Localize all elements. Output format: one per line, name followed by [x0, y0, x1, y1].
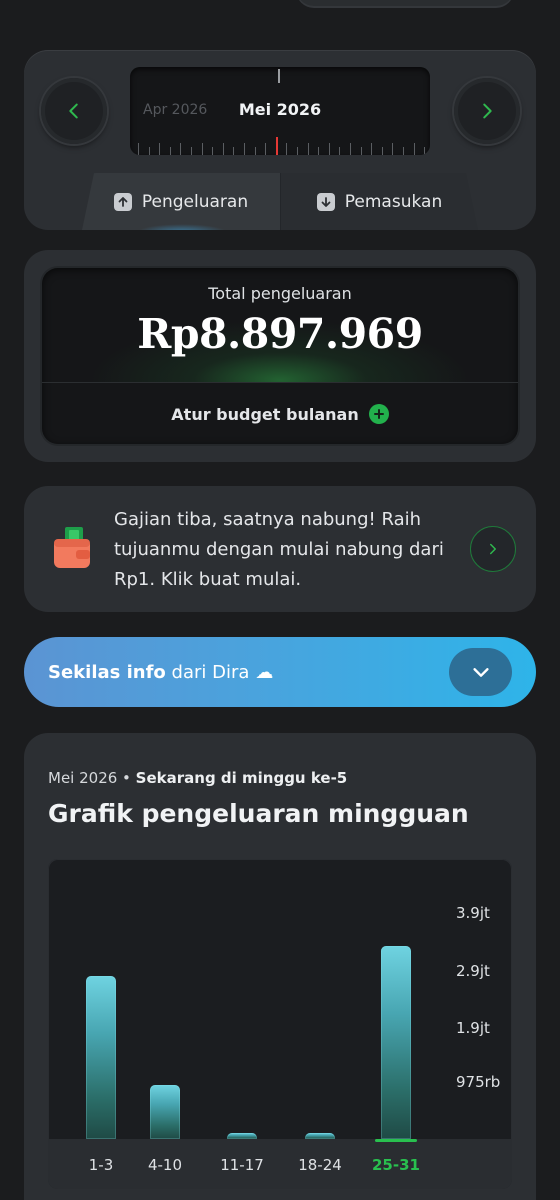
total-amount: Rp8.897.969	[137, 310, 423, 358]
dial-tick	[286, 143, 288, 155]
set-budget-label: Atur budget bulanan	[171, 404, 359, 424]
tab-pengeluaran-label: Pengeluaran	[141, 191, 249, 212]
dial-tick	[212, 147, 214, 155]
next-month-button[interactable]	[454, 78, 520, 144]
y-tick-label: 975rb	[456, 1072, 501, 1091]
current-month-label: Mei 2026	[238, 100, 322, 119]
dial-tick	[180, 143, 182, 155]
chart-subtitle: Mei 2026 • Sekarang di minggu ke-5	[48, 769, 348, 787]
dial-tick	[148, 147, 150, 155]
dial-tick	[244, 143, 245, 155]
dial-tick	[297, 147, 298, 155]
dial-tick	[265, 143, 267, 155]
month-selector-card: Apr 2026 Mei 2026 Pengeluaran Pemasukan	[24, 50, 536, 230]
quick-info-bar[interactable]: Sekilas info dari Dira ☁	[24, 637, 536, 707]
dial-tick	[307, 143, 309, 155]
y-tick-label: 2.9jt	[456, 961, 490, 980]
chevron-down-icon	[472, 668, 489, 677]
x-tick-label[interactable]: 1-3	[71, 1156, 131, 1174]
cloud-icon: ☁	[255, 661, 274, 683]
dial-tick	[381, 147, 383, 155]
dial-tick	[254, 147, 256, 155]
total-display: Total pengeluaran Rp8.897.969	[42, 268, 518, 383]
tab-pemasukan-label: Pemasukan	[344, 191, 443, 212]
x-tick-label[interactable]: 11-17	[212, 1156, 272, 1174]
month-dial[interactable]: Apr 2026 Mei 2026	[130, 67, 430, 155]
tab-pemasukan[interactable]: Pemasukan	[280, 173, 478, 230]
dial-tick	[403, 147, 404, 155]
weekly-chart-card: Mei 2026 • Sekarang di minggu ke-5 Grafi…	[24, 733, 536, 1200]
dial-center-mark	[278, 69, 280, 83]
expand-info-button[interactable]	[449, 648, 512, 696]
dial-tick	[159, 143, 161, 155]
top-card-edge	[296, 0, 514, 6]
arrow-up-icon	[113, 192, 132, 211]
x-tick-label[interactable]: 25-31	[366, 1156, 426, 1174]
x-tick-label[interactable]: 4-10	[135, 1156, 195, 1174]
chevron-left-icon	[69, 103, 78, 119]
dial-tick	[392, 143, 394, 155]
dial-tick	[339, 147, 341, 155]
total-label: Total pengeluaran	[208, 284, 352, 303]
chart-title: Grafik pengeluaran mingguan	[48, 799, 469, 828]
chart-bar[interactable]	[86, 975, 116, 1139]
chart-bar[interactable]	[381, 946, 411, 1139]
dial-tick	[222, 143, 224, 155]
dial-tick	[191, 147, 192, 155]
promo-text: Gajian tiba, saatnya nabung! Raih tujuan…	[114, 509, 444, 590]
dial-tick	[138, 143, 139, 155]
type-tabs: Pengeluaran Pemasukan	[82, 173, 478, 230]
dial-tick	[350, 143, 351, 155]
plus-icon	[368, 404, 389, 424]
dial-tick	[413, 143, 415, 155]
dial-tick	[201, 143, 203, 155]
quick-info-title: Sekilas info dari Dira	[48, 661, 250, 683]
wallet-money-icon	[52, 526, 92, 570]
current-week-indicator	[375, 1139, 417, 1142]
dial-current-marker	[275, 137, 278, 155]
arrow-down-icon	[317, 193, 335, 211]
chevron-right-icon	[490, 543, 496, 555]
chart-bar[interactable]	[227, 1132, 257, 1139]
dial-tick	[424, 147, 426, 155]
dial-tick	[318, 147, 320, 155]
total-card: Total pengeluaran Rp8.897.969 Atur budge…	[24, 250, 536, 462]
promo-open-button[interactable]	[470, 526, 516, 572]
savings-promo-card[interactable]: Gajian tiba, saatnya nabung! Raih tujuan…	[24, 486, 536, 612]
chart-bar[interactable]	[305, 1132, 335, 1139]
tab-pengeluaran[interactable]: Pengeluaran	[82, 173, 280, 230]
y-tick-label: 3.9jt	[456, 904, 490, 922]
y-tick-label: 1.9jt	[456, 1019, 490, 1038]
chevron-right-icon	[483, 103, 492, 119]
previous-month-button[interactable]	[41, 78, 107, 144]
dial-tick	[328, 143, 330, 155]
weekly-bar-chart: 3.9jt 2.9jt 1.9jt 975rb 1-3 4-10 11-17 18-24 25-…	[48, 859, 512, 1189]
total-panel: Total pengeluaran Rp8.897.969 Atur budge…	[42, 268, 518, 444]
dial-tick	[360, 147, 362, 155]
dial-tick	[371, 143, 373, 155]
dial-tick	[233, 147, 235, 155]
dial-ticks	[130, 133, 430, 155]
dial-tick	[169, 147, 171, 155]
set-budget-button[interactable]: Atur budget bulanan	[42, 384, 518, 444]
x-tick-label[interactable]: 18-24	[290, 1156, 350, 1174]
chart-bar[interactable]	[150, 1085, 180, 1139]
